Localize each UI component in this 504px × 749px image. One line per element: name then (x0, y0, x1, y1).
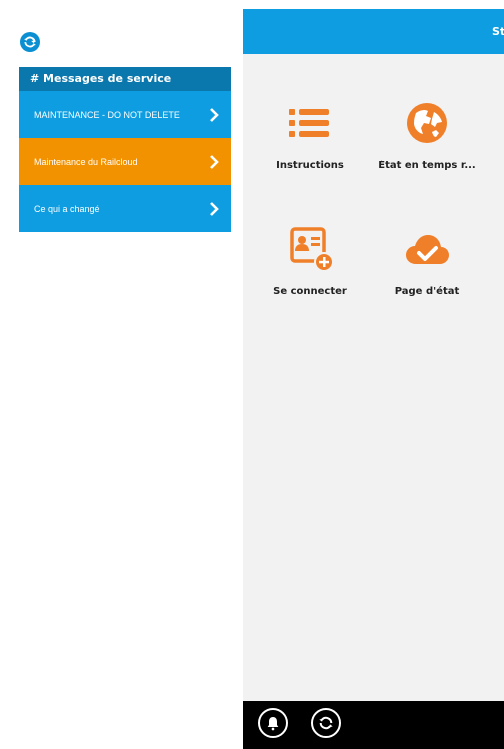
tile-label: Instructions (276, 160, 344, 171)
tile-label: Se connecter (273, 286, 347, 297)
page-title: St (492, 25, 504, 38)
main-panel: St Instructions État en temps r... Se co… (243, 0, 504, 749)
globe-icon (407, 103, 447, 143)
bell-icon[interactable] (258, 708, 288, 738)
service-messages-panel: # Messages de service MAINTENANCE - DO N… (19, 67, 231, 232)
tile-status-page[interactable]: Page d'état (375, 226, 479, 297)
message-label: Maintenance du Railcloud (34, 156, 138, 167)
message-item-maintenance-do-not-delete[interactable]: MAINTENANCE - DO NOT DELETE (19, 91, 231, 138)
chevron-right-icon (210, 154, 219, 169)
list-icon (289, 109, 329, 137)
chevron-right-icon (210, 201, 219, 216)
message-label: MAINTENANCE - DO NOT DELETE (34, 109, 180, 120)
refresh-icon[interactable] (311, 708, 341, 738)
top-strip (243, 0, 504, 9)
tile-login[interactable]: Se connecter (258, 226, 362, 297)
tile-label: Page d'état (394, 286, 460, 297)
tile-label: État en temps r... (378, 160, 476, 171)
message-item-what-changed[interactable]: Ce qui a changé (19, 185, 231, 232)
chevron-right-icon (210, 107, 219, 122)
header-bar: St (243, 9, 504, 54)
tile-realtime-status[interactable]: État en temps r... (375, 100, 479, 171)
service-messages-header: # Messages de service (19, 67, 231, 91)
side-panel: # Messages de service MAINTENANCE - DO N… (0, 0, 243, 749)
message-item-maintenance-railcloud[interactable]: Maintenance du Railcloud (19, 138, 231, 185)
contact-card-add-icon (290, 227, 333, 272)
refresh-icon[interactable] (20, 32, 40, 52)
cloud-check-icon (406, 235, 449, 264)
tile-instructions[interactable]: Instructions (258, 100, 362, 171)
bottom-toolbar (243, 701, 504, 749)
message-label: Ce qui a changé (34, 203, 100, 214)
